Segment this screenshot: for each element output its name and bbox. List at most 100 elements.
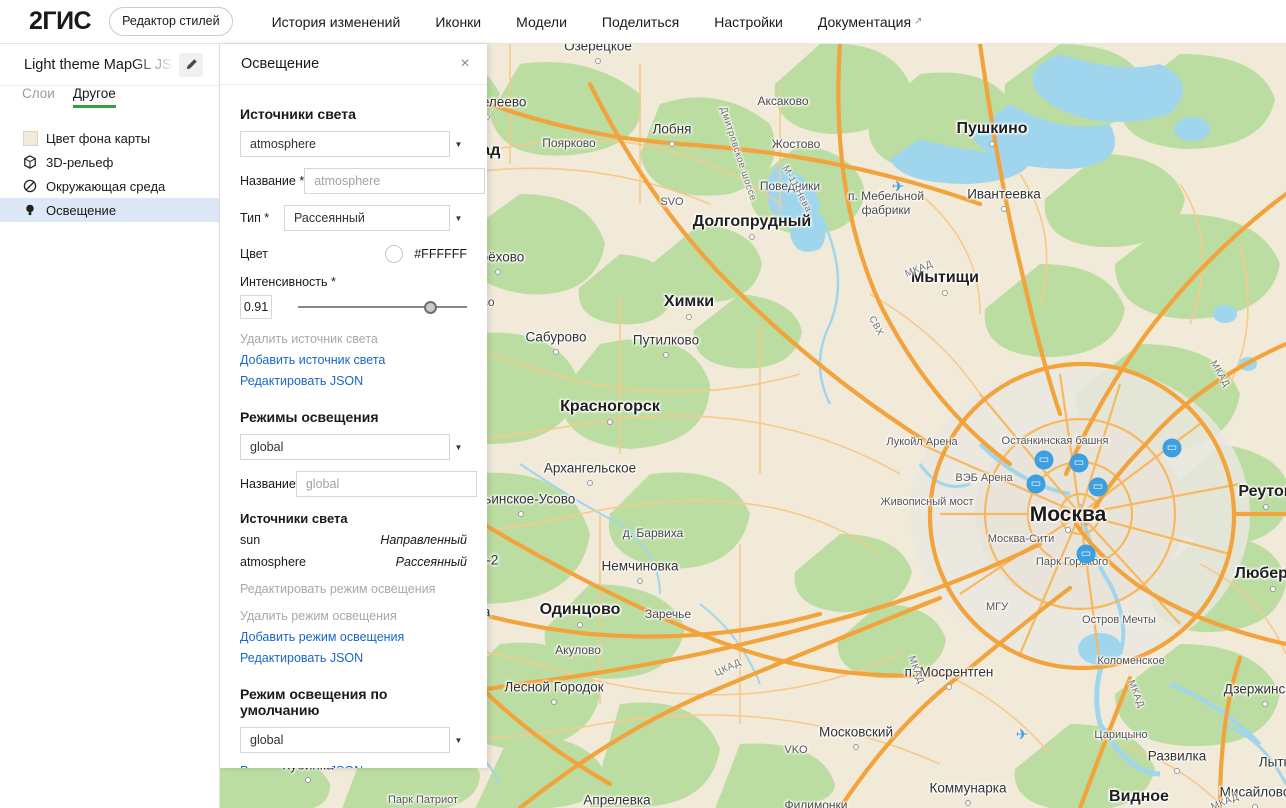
nav-item-icons[interactable]: Иконки [435,14,481,30]
mode-source-name: sun [240,533,260,547]
delete-lighting-mode-link: Удалить режим освещения [240,609,467,623]
nav-item-models[interactable]: Модели [516,14,567,30]
metro-icon[interactable]: ▭ [1089,478,1108,497]
pencil-icon [185,58,198,71]
sidebar-item-map-background-color[interactable]: Цвет фона карты [0,126,219,150]
mode-name-label: Название [240,477,296,491]
map-place-dot [637,578,643,584]
slider-track [298,306,467,308]
sidebar-item-environment[interactable]: Окружающая среда [0,174,219,198]
source-type-value[interactable]: Рассеянный [284,205,467,231]
panel-title: Освещение [241,56,457,72]
light-source-select[interactable]: atmosphere ▼ [240,131,467,157]
metro-icon[interactable]: ▭ [1070,454,1089,473]
cube-icon [22,154,38,170]
sidebar-item-label: 3D-рельеф [46,155,113,170]
edit-light-sources-json-link[interactable]: Редактировать JSON [240,374,467,388]
chevron-down-icon[interactable]: ▼ [449,205,467,231]
edit-lighting-modes-json-link[interactable]: Редактировать JSON [240,651,467,665]
mode-source-name: atmosphere [240,555,306,569]
metro-icon[interactable]: ▭ [1163,439,1182,458]
external-link-icon: ↗ [914,16,922,27]
source-type-select[interactable]: Рассеянный ▼ [284,205,467,231]
nav-label: Документация [818,14,911,30]
source-color-value-group: #FFFFFF [385,245,467,263]
source-color-row: Цвет #FFFFFF [240,245,467,263]
panel-body: Источники света atmosphere ▼ Название * … [220,106,487,768]
style-editor-button[interactable]: Редактор стилей [109,7,232,36]
no-entry-icon [22,178,38,194]
sidebar-tabs: Слои Другое [0,86,219,118]
lighting-panel: Освещение × Источники света atmosphere ▼… [220,44,487,768]
metro-icon[interactable]: ▭ [1027,475,1046,494]
slider-handle[interactable] [424,301,437,314]
intensity-slider[interactable] [298,295,467,319]
color-swatch-icon[interactable] [385,245,403,263]
sidebar-item-label: Цвет фона карты [46,131,150,146]
map-place-dot [1262,701,1268,707]
chevron-down-icon[interactable]: ▼ [449,727,467,753]
style-title-row: Light theme MapGL JS API [0,44,219,86]
intensity-value-input[interactable] [240,295,272,319]
mode-name-row: Название [240,471,467,497]
source-type-row: Тип * Рассеянный ▼ [240,205,467,231]
airport-icon[interactable]: ✈ [1016,728,1029,743]
mode-source-row: atmosphere Рассеянный [240,555,467,569]
source-name-label: Название * [240,174,304,188]
lighting-mode-select[interactable]: global ▼ [240,434,467,460]
default-mode-select[interactable]: global ▼ [240,727,467,753]
nav-item-history[interactable]: История изменений [272,14,401,30]
app-root: 2ГИС Редактор стилей История изменений И… [0,0,1286,808]
light-source-select-value[interactable]: atmosphere [240,131,467,157]
map-place-dot [989,141,995,147]
lighting-mode-value[interactable]: global [240,434,467,460]
tab-layers[interactable]: Слои [22,86,55,108]
source-name-input[interactable] [304,168,485,194]
nav-label: Поделиться [602,14,679,30]
map-place-dot [946,684,952,690]
map-place-dot [553,349,559,355]
default-mode-value[interactable]: global [240,727,467,753]
source-intensity-label: Интенсивность * [240,275,467,289]
map-place-dot [587,480,593,486]
map-place-dot [965,800,971,806]
mode-source-type: Рассеянный [396,555,467,569]
nav-item-settings[interactable]: Настройки [714,14,783,30]
default-mode-heading: Режим освещения по умолчанию [240,686,467,718]
top-navigation-bar: 2ГИС Редактор стилей История изменений И… [0,0,1286,44]
metro-icon[interactable]: ▭ [1035,451,1054,470]
panel-header: Освещение × [220,44,487,85]
map-place-dot [518,511,524,517]
sidebar-layer-list: Цвет фона карты 3D-рельеф Окружающая сре… [0,126,219,222]
chevron-down-icon[interactable]: ▼ [449,434,467,460]
airport-icon[interactable]: ✈ [892,180,905,195]
nav-item-documentation[interactable]: Документация↗ [818,14,923,30]
sidebar-item-3d-relief[interactable]: 3D-рельеф [0,150,219,174]
map-place-dot [749,234,755,240]
close-icon[interactable]: × [457,56,473,72]
color-swatch-icon [22,130,38,146]
add-light-source-link[interactable]: Добавить источник света [240,353,467,367]
lightbulb-icon [22,202,38,218]
lighting-modes-heading: Режимы освещения [240,409,467,425]
nav-item-share[interactable]: Поделиться [602,14,679,30]
nav-label: История изменений [272,14,401,30]
edit-lighting-mode-link: Редактировать режим освещения [240,582,467,596]
mode-name-input[interactable] [296,471,477,497]
add-lighting-mode-link[interactable]: Добавить режим освещения [240,630,467,644]
map-place-dot [1065,527,1071,533]
sidebar-item-lighting[interactable]: Освещение [0,198,219,222]
chevron-down-icon[interactable]: ▼ [449,131,467,157]
edit-style-name-button[interactable] [179,53,203,77]
tab-other[interactable]: Другое [73,86,116,108]
map-place-dot [853,744,859,750]
edit-default-mode-json-link[interactable]: Редактировать JSON [240,764,467,768]
style-title: Light theme MapGL JS API [24,57,179,73]
map-place-dot [669,141,675,147]
nav-label: Настройки [714,14,783,30]
map-place-dot [495,269,501,275]
map-place-dot [607,419,613,425]
map-place-dot [1001,206,1007,212]
metro-icon[interactable]: ▭ [1077,545,1096,564]
map-place-dot [1270,586,1276,592]
